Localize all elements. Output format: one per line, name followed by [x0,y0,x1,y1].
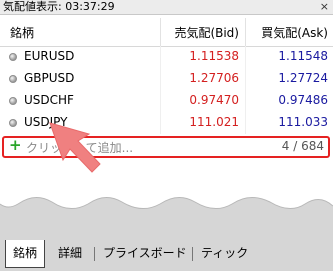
tab-symbols[interactable]: 銘柄 [5,240,46,268]
table-row[interactable]: GBPUSD 1.27706 1.27724 [0,68,333,90]
column-header-bid[interactable]: 売気配(Bid) [174,24,239,41]
column-divider[interactable] [245,18,246,46]
symbol-count: 4 / 684 [281,139,324,153]
symbol-name: EURUSD [24,49,75,63]
tab-ticks[interactable]: ティック [201,243,248,263]
close-icon[interactable]: × [320,0,329,14]
pointer-arrow-icon [49,122,101,173]
bid-price: 0.97470 [189,93,239,107]
circle-icon [9,75,17,83]
circle-icon [9,97,17,105]
bid-price: 1.11538 [189,49,239,63]
ask-price: 1.27724 [278,71,328,85]
table-row[interactable]: USDCHF 0.97470 0.97486 [0,90,333,112]
title-bar: 気配値表示: 03:37:29 × [0,0,333,15]
window-title: 気配値表示: 03:37:29 [3,0,115,13]
circle-icon [9,119,17,127]
circle-icon [9,53,17,61]
column-divider[interactable] [160,18,161,46]
bid-price: 1.27706 [189,71,239,85]
symbol-name: GBPUSD [24,71,75,85]
ask-price: 0.97486 [278,93,328,107]
ask-price: 111.033 [278,115,328,129]
column-header-ask[interactable]: 買気配(Ask) [261,24,328,41]
tab-bar: 銘柄 詳細 プライスボード ティック [0,239,333,271]
bid-price: 111.021 [189,115,239,129]
tab-details[interactable]: 詳細 [58,243,82,263]
symbol-name: USDCHF [24,93,74,107]
ask-price: 1.11548 [278,49,328,63]
column-header-symbol[interactable]: 銘柄 [10,24,34,41]
plus-icon: + [9,136,22,154]
table-row[interactable]: EURUSD 1.11538 1.11548 [0,46,333,68]
table-header: 銘柄 売気配(Bid) 買気配(Ask) [0,18,333,47]
tab-price-board[interactable]: プライスボード [103,243,187,263]
